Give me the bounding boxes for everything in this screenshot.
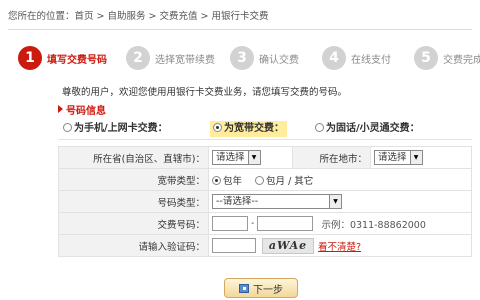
step-3-number: 3 [230,46,254,70]
bb-type-monthly-label: 包月 / 其它 [266,175,314,187]
form-row-broadband-type: 宽带类型： 包年 包月 / 其它 [58,168,472,191]
city-cell: 请选择 ▼ [370,146,472,169]
number-type-cell: --请选择-- ▼ [208,190,472,213]
step-4-label: 在线支付 [351,54,391,66]
bb-type-cell: 包年 包月 / 其它 [208,168,472,191]
radio-monthly[interactable] [255,175,265,185]
step-4: 4 在线支付 [322,44,391,72]
form-row-location: 所在省(自治区、直辖市)： 请选择 ▼ 所在地市： 请选择 ▼ [58,146,472,169]
captcha-input[interactable] [212,238,256,253]
payment-type-broadband[interactable]: 为宽带交费： [210,121,287,137]
payment-type-fixed-label: 为固话/小灵通交费： [326,123,420,134]
bb-type-yearly[interactable]: 包年 [212,175,245,187]
form-row-number-type: 号码类型： --请选择-- ▼ [58,190,472,213]
phone-number-input[interactable] [257,216,314,231]
step-1-label: 填写交费号码 [47,54,107,66]
form-row-number: 交费号码： - 示例：0311-88862000 [58,212,472,235]
captcha-image: aWAe [262,237,314,254]
step-5-label: 交费完成 [443,54,480,66]
next-step-label: 下一步 [253,284,283,296]
bb-type-yearly-label: 包年 [223,175,243,187]
step-2-label: 选择宽带续费 [155,54,215,66]
captcha-label: 请输入验证码： [58,234,209,257]
area-code-input[interactable] [212,216,248,231]
next-step-button[interactable]: 下一步 [224,278,298,298]
city-select[interactable]: 请选择 ▼ [374,150,423,165]
city-select-value: 请选择 [378,152,407,163]
step-2-number: 2 [126,46,150,70]
radio-mobile[interactable] [63,123,72,132]
step-5-number: 5 [414,46,438,70]
breadcrumb: 您所在的位置：首页 > 自助服务 > 交费充值 > 用银行卡交费 [8,0,472,30]
next-icon [239,283,249,293]
province-select-value: 请选择 [216,152,245,163]
step-5: 5 交费完成 [414,44,480,72]
payment-type-mobile-label: 为手机/上网卡交费： [74,123,168,134]
step-1: 1 填写交费号码 [18,44,107,72]
dash-separator: - [251,218,255,229]
bb-type-monthly[interactable]: 包月 / 其它 [255,175,314,187]
radio-yearly[interactable] [212,175,221,185]
payment-type-fixed[interactable]: 为固话/小灵通交费： [312,121,423,137]
step-progress: 1 填写交费号码 2 选择宽带续费 3 确认交费 4 在线支付 5 交费完成 [18,44,480,72]
step-3-label: 确认交费 [259,54,299,66]
province-select[interactable]: 请选择 ▼ [212,150,261,165]
section-title: 号码信息 [58,102,106,117]
province-label: 所在省(自治区、直辖市)： [58,146,209,169]
step-1-number: 1 [18,46,42,70]
province-cell: 请选择 ▼ [208,146,293,169]
chevron-down-icon: ▼ [329,195,341,208]
radio-broadband[interactable] [213,123,222,132]
form-row-captcha: 请输入验证码： aWAe 看不清楚? [58,234,472,257]
city-label: 所在地市： [292,146,371,169]
number-label: 交费号码： [58,212,209,235]
intro-text: 尊敬的用户，欢迎您使用用银行卡交费业务，请您填写交费的号码。 [62,87,348,98]
step-3: 3 确认交费 [230,44,299,72]
number-type-select[interactable]: --请选择-- ▼ [212,194,342,209]
number-form: 所在省(自治区、直辖市)： 请选择 ▼ 所在地市： 请选择 ▼ 宽带类型： 包年… [58,146,472,257]
payment-type-broadband-label: 为宽带交费： [224,123,284,134]
captcha-cell: aWAe 看不清楚? [208,234,472,257]
chevron-down-icon: ▼ [247,151,260,164]
number-type-select-value: --请选择-- [216,196,259,207]
section-title-text: 号码信息 [66,106,106,117]
payment-type-mobile[interactable]: 为手机/上网卡交费： [60,121,171,137]
payment-type-row: 为手机/上网卡交费： 为宽带交费： 为固话/小灵通交费： [58,118,472,140]
step-2: 2 选择宽带续费 [126,44,215,72]
bb-type-label: 宽带类型： [58,168,209,191]
step-4-number: 4 [322,46,346,70]
number-cell: - 示例：0311-88862000 [208,212,472,235]
number-example: 示例：0311-88862000 [321,219,426,231]
arrow-icon [58,105,63,113]
radio-fixed[interactable] [315,123,324,132]
chevron-down-icon: ▼ [409,151,422,164]
refresh-captcha-link[interactable]: 看不清楚? [318,242,361,253]
number-type-label: 号码类型： [58,190,209,213]
